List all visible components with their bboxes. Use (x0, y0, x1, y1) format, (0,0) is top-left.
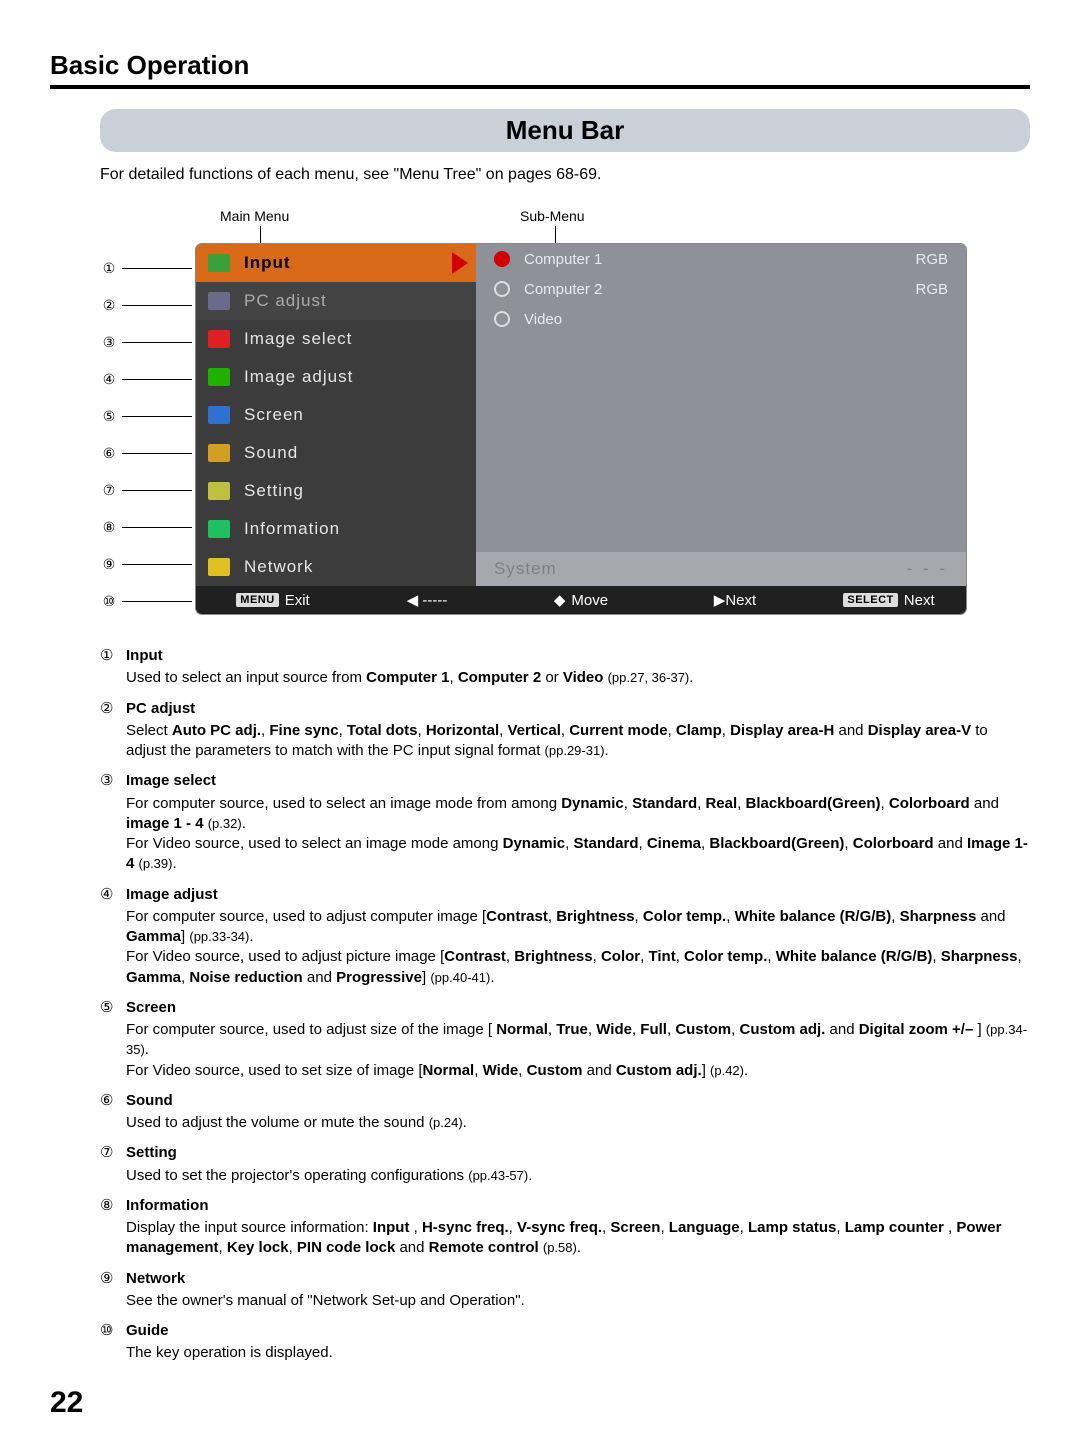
guide-move: ◆ Move (504, 591, 658, 609)
submenu-item[interactable]: Computer 2RGB (476, 274, 966, 304)
guide-bar: MENU Exit ◀ ----- ◆ Move ▶Next SELECT Ne… (196, 586, 966, 614)
callout-10: ⑩ (100, 583, 194, 620)
guide-select: SELECT Next (812, 592, 966, 609)
callout-8: ⑧ (100, 509, 194, 546)
desc-item: ⑩GuideThe key operation is displayed. (100, 1321, 1030, 1368)
guide-next: ▶Next (658, 591, 812, 609)
desc-item: ②PC adjustSelect Auto PC adj., Fine sync… (100, 699, 1030, 766)
title-bar: Menu Bar (100, 109, 1030, 152)
submenu-item[interactable]: Video (476, 304, 966, 334)
menu-item-network[interactable]: Network (196, 548, 476, 586)
menu-item-sound[interactable]: Sound (196, 434, 476, 472)
menu-item-image-adjust[interactable]: Image adjust (196, 358, 476, 396)
menu-icon (206, 404, 232, 426)
menu-item-information[interactable]: Information (196, 510, 476, 548)
submenu-item[interactable]: Computer 1RGB (476, 244, 966, 274)
menu-item-screen[interactable]: Screen (196, 396, 476, 434)
menu-icon (206, 480, 232, 502)
menu-key-icon: MENU (236, 593, 278, 607)
label-sub-menu: Sub-Menu (520, 208, 585, 224)
menu-item-image-select[interactable]: Image select (196, 320, 476, 358)
osd-screenshot: InputPC adjustImage selectImage adjustSc… (196, 244, 966, 614)
menu-icon (206, 290, 232, 312)
menu-item-setting[interactable]: Setting (196, 472, 476, 510)
menu-icon (206, 518, 232, 540)
system-label: System (494, 559, 557, 579)
label-main-menu: Main Menu (220, 208, 289, 224)
desc-item: ④Image adjustFor computer source, used t… (100, 885, 1030, 992)
guide-exit: MENU Exit (196, 592, 350, 609)
desc-item: ⑨NetworkSee the owner's manual of "Netwo… (100, 1269, 1030, 1316)
intro-text: For detailed functions of each menu, see… (100, 166, 1030, 184)
desc-item: ⑦SettingUsed to set the projector's oper… (100, 1143, 1030, 1190)
callout-2: ② (100, 287, 194, 324)
updown-icon: ◆ (554, 591, 566, 609)
callout-9: ⑨ (100, 546, 194, 583)
radio-icon (494, 311, 510, 327)
desc-item: ③Image selectFor computer source, used t… (100, 771, 1030, 878)
radio-icon (494, 251, 510, 267)
menu-icon (206, 442, 232, 464)
page-number: 22 (50, 1386, 1030, 1420)
desc-item: ⑥SoundUsed to adjust the volume or mute … (100, 1091, 1030, 1138)
menu-icon (206, 252, 232, 274)
desc-item: ⑧InformationDisplay the input source inf… (100, 1196, 1030, 1263)
desc-item: ⑤ScreenFor computer source, used to adju… (100, 998, 1030, 1085)
callout-3: ③ (100, 324, 194, 361)
radio-icon (494, 281, 510, 297)
description-list: ①InputUsed to select an input source fro… (100, 646, 1030, 1368)
sub-menu-panel: Computer 1RGBComputer 2RGBVideo System -… (476, 244, 966, 586)
callout-1: ① (100, 250, 194, 287)
menu-item-pc-adjust[interactable]: PC adjust (196, 282, 476, 320)
callout-7: ⑦ (100, 472, 194, 509)
desc-item: ①InputUsed to select an input source fro… (100, 646, 1030, 693)
menu-item-input[interactable]: Input (196, 244, 476, 282)
pointer-line (555, 226, 556, 244)
select-key-icon: SELECT (843, 593, 897, 607)
menu-icon (206, 328, 232, 350)
section-header: Basic Operation (50, 50, 1030, 89)
menu-diagram: Main Menu Sub-Menu ①②③④⑤⑥⑦⑧⑨⑩ InputPC ad… (100, 208, 1030, 628)
main-menu-panel: InputPC adjustImage selectImage adjustSc… (196, 244, 476, 586)
callout-6: ⑥ (100, 435, 194, 472)
callout-4: ④ (100, 361, 194, 398)
pointer-line (260, 226, 261, 244)
system-row: System - - - (476, 552, 966, 586)
menu-icon (206, 366, 232, 388)
menu-icon (206, 556, 232, 578)
guide-back: ◀ ----- (350, 591, 504, 609)
system-value: - - - (907, 559, 948, 579)
callout-5: ⑤ (100, 398, 194, 435)
